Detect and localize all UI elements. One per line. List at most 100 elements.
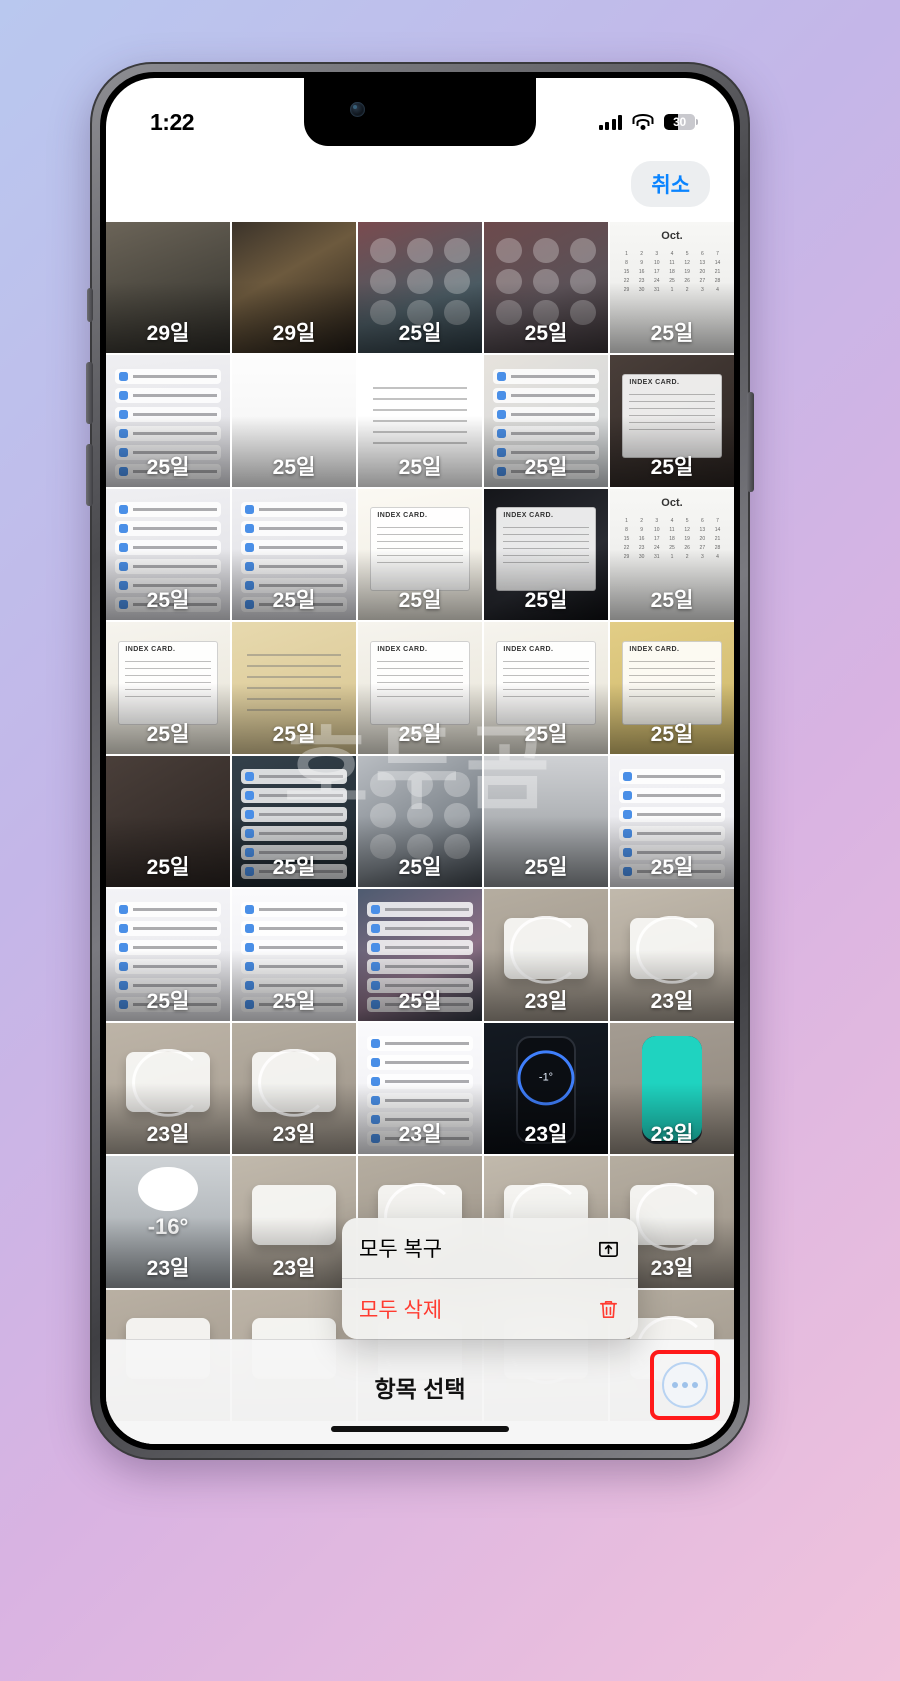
photo-thumbnail [232,622,356,754]
photo-grid-cell[interactable]: -16° 23일 [106,1156,230,1288]
photo-grid-cell[interactable]: 25일 [232,889,356,1021]
power-button[interactable] [747,392,754,492]
menu-item-restore-all-label: 모두 복구 [359,1238,443,1261]
navigation-bar: 취소 [106,146,734,222]
photo-thumbnail [484,889,608,1021]
photo-thumbnail: -16° [106,1156,230,1288]
photo-thumbnail: -1° [484,1022,608,1155]
photo-thumbnail [232,355,356,487]
ellipsis-circle-icon[interactable] [662,1362,708,1408]
photo-thumbnail [358,755,482,888]
photo-grid-cell[interactable]: INDEX CARD. 25일 [358,622,482,754]
photo-grid-cell[interactable]: 25일 [232,755,356,888]
photo-thumbnail [610,889,734,1021]
photo-grid-cell[interactable]: 23일 [610,1022,734,1155]
photo-thumbnail: Oct. 1 2 3 4 5 6 7 8 9 10 11 12 13 14 15 16 17 18 19 20 21 22 2… [610,222,734,354]
photo-grid-cell[interactable]: -1° 23일 [484,1022,608,1155]
photo-grid-cell[interactable]: 25일 [358,889,482,1021]
photo-grid-cell[interactable]: 25일 [358,755,482,888]
photo-thumbnail [106,755,230,888]
photo-thumbnail [358,1022,482,1155]
photo-thumbnail: INDEX CARD. [610,355,734,487]
photo-thumbnail [106,222,230,354]
photo-grid-cell[interactable]: Oct. 1 2 3 4 5 6 7 8 9 10 11 12 13 14 15 16 17 18 19 20 21 22 2… [610,222,734,354]
status-time: 1:22 [150,108,195,135]
wifi-icon [632,114,654,130]
photo-thumbnail [358,222,482,354]
photo-thumbnail [106,355,230,487]
photo-grid-cell[interactable]: 29일 [106,222,230,354]
photo-grid-cell[interactable]: 25일 [232,488,356,621]
photo-thumbnail: INDEX CARD. [484,622,608,754]
silent-switch[interactable] [87,288,93,322]
volume-down-button[interactable] [86,444,93,506]
photo-thumbnail [484,355,608,487]
photo-grid-cell[interactable]: INDEX CARD. 25일 [358,488,482,621]
photo-thumbnail [106,488,230,621]
photo-thumbnail [232,1022,356,1155]
notch [304,78,536,146]
menu-item-delete-all[interactable]: 모두 삭제 [342,1278,638,1339]
photo-thumbnail [484,755,608,888]
photo-grid-cell[interactable]: 25일 [358,355,482,487]
photo-grid-cell[interactable]: INDEX CARD. 25일 [106,622,230,754]
photo-grid-cell[interactable]: INDEX CARD. 25일 [610,355,734,487]
photo-grid-cell[interactable]: 25일 [484,755,608,888]
photo-thumbnail [232,755,356,888]
photo-grid-cell[interactable]: 25일 [610,755,734,888]
photo-grid-cell[interactable]: 29일 [232,222,356,354]
photo-grid-cell[interactable]: Oct. 1 2 3 4 5 6 7 8 9 10 11 12 13 14 15 16 17 18 19 20 21 22 2… [610,488,734,621]
photo-grid-cell[interactable]: 23일 [610,889,734,1021]
context-action-menu: 모두 복구 모두 삭제 [342,1218,638,1339]
select-items-label[interactable]: 항목 선택 [374,1370,465,1404]
photo-grid-cell[interactable]: 25일 [106,355,230,487]
photo-grid-cell[interactable]: 23일 [106,1022,230,1155]
photo-grid-cell[interactable]: 25일 [232,355,356,487]
menu-item-restore-all[interactable]: 모두 복구 [342,1218,638,1278]
trash-icon [595,1296,621,1322]
photo-grid-cell[interactable]: 23일 [358,1022,482,1155]
photo-thumbnail [610,1022,734,1155]
battery-icon: 30 [664,114,695,130]
photo-grid-cell[interactable]: 25일 [106,488,230,621]
photo-grid-cell[interactable]: 25일 [358,222,482,354]
photo-thumbnail [358,355,482,487]
front-camera-icon [350,102,365,117]
photo-grid-cell[interactable]: 25일 [484,222,608,354]
restore-tray-icon [595,1235,621,1261]
photo-thumbnail [484,222,608,354]
photo-thumbnail [232,222,356,354]
photo-thumbnail: INDEX CARD. [358,622,482,754]
photo-grid-cell[interactable]: INDEX CARD. 25일 [484,488,608,621]
menu-item-delete-all-label: 모두 삭제 [359,1299,443,1322]
phone-screen: 1:22 30 취소 29일 29일 25일 25일 Oct. 1 2 3 4 … [106,78,734,1444]
photo-thumbnail: INDEX CARD. [484,488,608,621]
cancel-button[interactable]: 취소 [631,161,710,207]
photo-grid-cell[interactable]: INDEX CARD. 25일 [610,622,734,754]
photo-thumbnail [610,755,734,888]
photo-thumbnail [232,1156,356,1288]
photo-grid-cell[interactable]: INDEX CARD. 25일 [484,622,608,754]
volume-up-button[interactable] [86,362,93,424]
photo-thumbnail: INDEX CARD. [358,488,482,621]
photo-thumbnail: INDEX CARD. [610,622,734,754]
photo-thumbnail [232,488,356,621]
photo-grid-cell[interactable]: 23일 [232,1022,356,1155]
photo-grid-cell[interactable]: 25일 [484,355,608,487]
battery-percent: 30 [673,115,686,129]
photo-thumbnail: INDEX CARD. [106,622,230,754]
photo-grid-cell[interactable]: 25일 [232,622,356,754]
status-indicators: 30 [598,114,698,130]
home-indicator[interactable] [331,1426,509,1432]
phone-device-frame: 1:22 30 취소 29일 29일 25일 25일 Oct. 1 2 3 4 … [86,62,754,1460]
photo-grid-cell[interactable]: 25일 [106,755,230,888]
photo-thumbnail [358,889,482,1021]
photo-grid-cell[interactable]: 25일 [106,889,230,1021]
photo-grid-cell[interactable]: 23일 [232,1156,356,1288]
photo-thumbnail: Oct. 1 2 3 4 5 6 7 8 9 10 11 12 13 14 15 16 17 18 19 20 21 22 2… [610,488,734,621]
phone-bezel: 1:22 30 취소 29일 29일 25일 25일 Oct. 1 2 3 4 … [100,72,740,1450]
photo-thumbnail [106,889,230,1021]
photo-thumbnail [106,1022,230,1155]
cellular-bars-icon [598,114,622,130]
photo-grid-cell[interactable]: 23일 [484,889,608,1021]
